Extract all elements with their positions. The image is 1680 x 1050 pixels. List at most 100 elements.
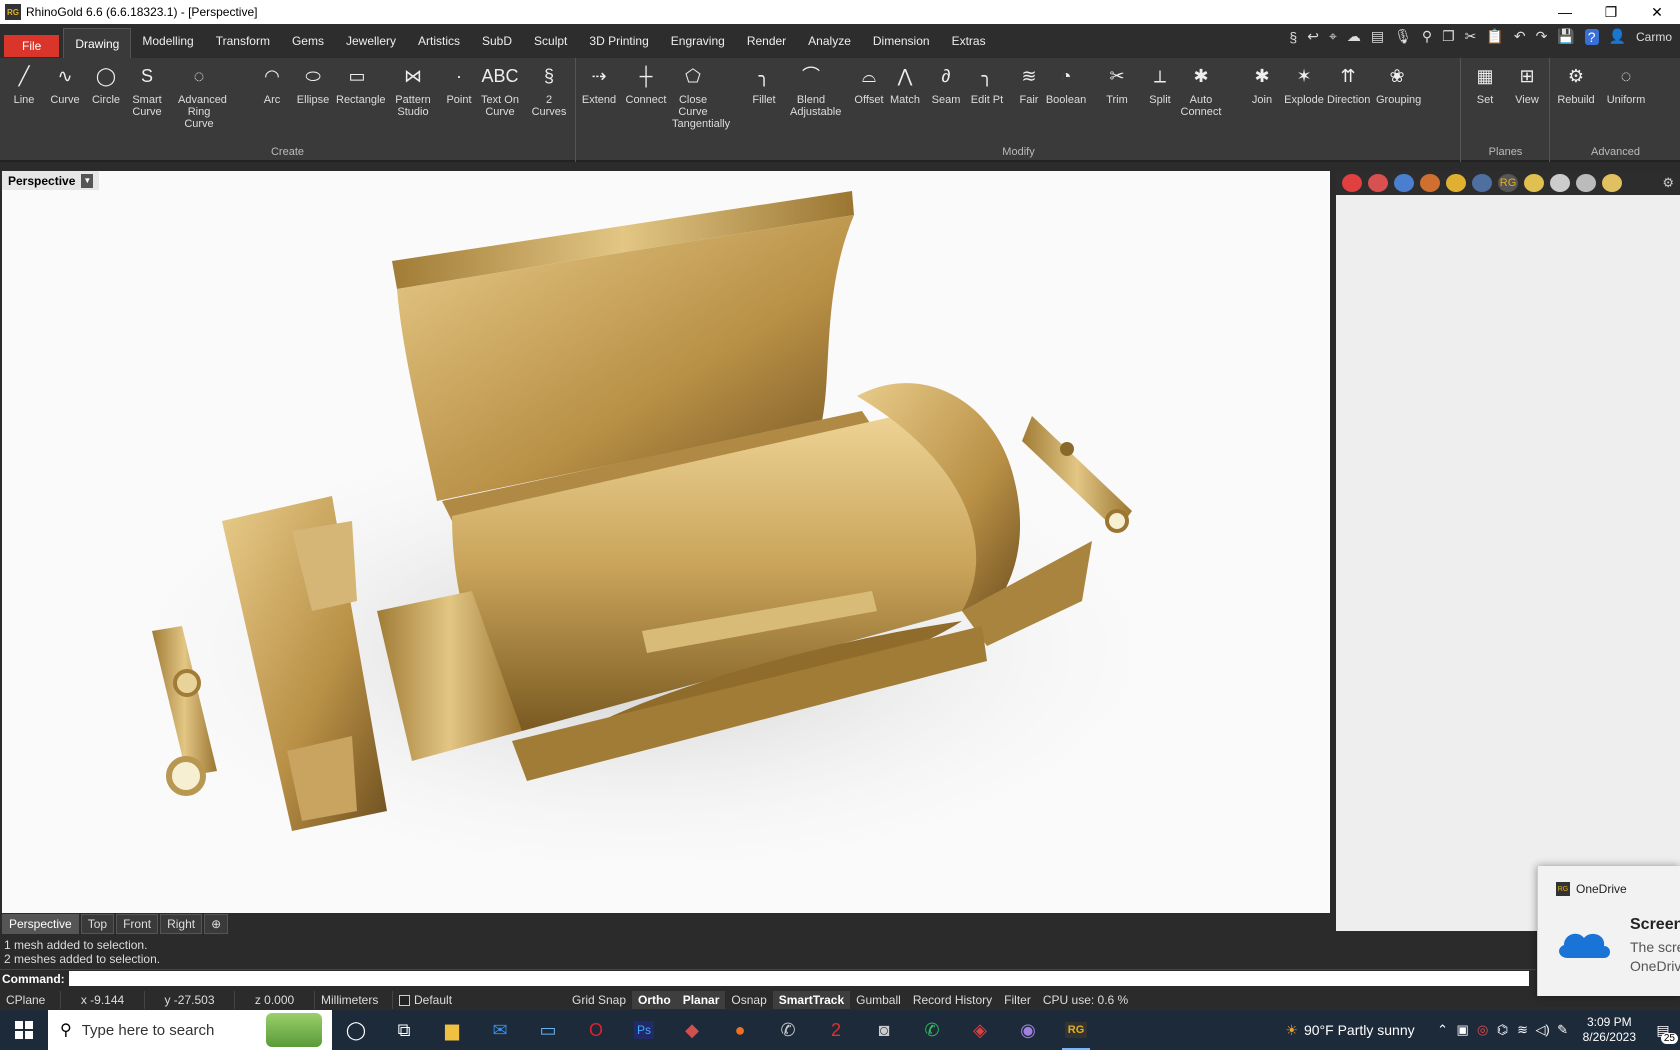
menu-subd[interactable]: SubD (471, 28, 523, 54)
tab-right[interactable]: Right (160, 914, 203, 934)
boolean-button[interactable]: ◔ Boolean (1045, 62, 1087, 106)
advanced-ring-curve-button[interactable]: ◌ Advanced Ring Curve (178, 62, 227, 130)
toggle-planar[interactable]: Planar (676, 991, 726, 1009)
uniform-button[interactable]: ◌ Uniform (1605, 62, 1647, 106)
redo-icon[interactable]: ↷ (1536, 28, 1548, 45)
rhinogold-task-icon[interactable]: RG (1052, 1010, 1100, 1050)
line-button[interactable]: ╱ Line (3, 62, 45, 106)
menu-file[interactable]: File (4, 35, 60, 57)
cut-icon[interactable]: ✂ (1465, 28, 1477, 45)
mail-icon[interactable]: ✉ (476, 1010, 524, 1050)
chevron-up-icon[interactable]: ⌃ (1433, 1022, 1453, 1038)
paste-icon[interactable]: 📋 (1486, 28, 1503, 45)
firefox-icon[interactable]: ● (716, 1010, 764, 1050)
menu-sculpt[interactable]: Sculpt (523, 28, 578, 54)
view-button[interactable]: ⊞ View (1506, 62, 1548, 106)
point-button[interactable]: · Point (438, 62, 480, 106)
circle-button[interactable]: ◯ Circle (85, 62, 127, 106)
materials-icon[interactable] (1368, 174, 1388, 192)
weather-widget[interactable]: ☀ 90°F Partly sunny (1285, 1022, 1414, 1039)
gem-icon[interactable] (1524, 174, 1544, 192)
whatsapp-notif-icon[interactable]: ✆ (908, 1010, 956, 1050)
whatsapp-icon[interactable]: ✆ (764, 1010, 812, 1050)
color-wheel-icon[interactable] (1342, 174, 1362, 192)
tray-app-icon[interactable]: ▣ (1453, 1022, 1473, 1038)
edit-pt-button[interactable]: ╮ Edit Pt (966, 62, 1008, 106)
folder-icon[interactable] (1446, 174, 1466, 192)
explode-button[interactable]: ✶ Explode (1283, 62, 1325, 106)
tab-perspective[interactable]: Perspective (2, 914, 79, 934)
fillet-button[interactable]: ╮ Fillet (743, 62, 785, 106)
copy-icon[interactable]: ❐ (1442, 28, 1455, 45)
fair-button[interactable]: ≋ Fair (1008, 62, 1050, 106)
menu-gems[interactable]: Gems (281, 28, 335, 54)
set-button[interactable]: ▦ Set (1464, 62, 1506, 106)
ellipse-button[interactable]: ⬭ Ellipse (292, 62, 334, 106)
file-explorer-icon[interactable]: ▆ (428, 1010, 476, 1050)
viewport-menu-icon[interactable]: ▼ (81, 173, 94, 188)
status-layer[interactable]: Default (392, 991, 562, 1009)
microphone-icon[interactable]: 🎙 (1394, 28, 1412, 45)
photoshop-icon[interactable]: Ps (620, 1010, 668, 1050)
auto-connect-button[interactable]: ✱ Auto Connect (1180, 62, 1222, 118)
perspective-viewport[interactable] (2, 171, 1330, 913)
menu-transform[interactable]: Transform (205, 28, 281, 54)
curve-button[interactable]: ∿ Curve (44, 62, 86, 106)
extend-button[interactable]: ⇢ Extend (578, 62, 620, 106)
tab-top[interactable]: Top (80, 914, 115, 934)
home-icon[interactable] (1576, 174, 1596, 192)
minimize-button[interactable]: — (1542, 0, 1588, 24)
menu-extras[interactable]: Extras (941, 28, 997, 54)
maximize-button[interactable]: ❐ (1588, 0, 1634, 24)
windows-start-icon[interactable] (0, 1010, 48, 1050)
app-icon[interactable]: ▭ (524, 1010, 572, 1050)
toggle-osnap[interactable]: Osnap (725, 991, 772, 1009)
help-icon[interactable]: ? (1584, 28, 1599, 45)
rg-icon[interactable]: RG (1498, 174, 1518, 192)
user-icon[interactable]: 👤 (1609, 28, 1626, 45)
save-icon[interactable]: 💾 (1557, 28, 1574, 45)
grouping-button[interactable]: ❀ Grouping (1376, 62, 1421, 106)
select-icon[interactable]: ⌖ (1329, 28, 1337, 45)
onedrive-notification[interactable]: RG OneDrive Screens The scre OneDriv (1537, 866, 1680, 996)
arc-button[interactable]: ◠ Arc (251, 62, 293, 106)
ezcad-icon[interactable]: 2 (812, 1010, 860, 1050)
clock[interactable]: 3:09 PM 8/26/2023 (1583, 1015, 1636, 1045)
film-icon[interactable]: ▤ (1371, 28, 1384, 45)
menu-jewellery[interactable]: Jewellery (335, 28, 407, 54)
status-units[interactable]: Millimeters (314, 991, 392, 1009)
seam-button[interactable]: ∂ Seam (925, 62, 967, 106)
toggle-ortho[interactable]: Ortho (632, 991, 677, 1009)
toggle-smarttrack[interactable]: SmartTrack (772, 991, 851, 1009)
menu-modelling[interactable]: Modelling (131, 28, 204, 54)
trim-button[interactable]: ✂ Trim (1096, 62, 1138, 106)
menu-engraving[interactable]: Engraving (660, 28, 736, 54)
opera-icon[interactable]: O (572, 1010, 620, 1050)
cortana-icon[interactable]: ◯ (332, 1010, 380, 1050)
tray-red-icon[interactable]: ◎ (1473, 1022, 1493, 1038)
close-button[interactable]: ✕ (1634, 0, 1680, 24)
camera-icon[interactable]: ◙ (860, 1010, 908, 1050)
notification-center-icon[interactable]: ▤ 25 (1646, 1010, 1680, 1050)
volume-icon[interactable]: ◁) (1533, 1022, 1553, 1038)
task-view-icon[interactable]: ⧉ (380, 1010, 428, 1050)
app-red-icon[interactable]: ◈ (956, 1010, 1004, 1050)
text-on-curve-button[interactable]: ABC Text On Curve (479, 62, 521, 118)
menu-render[interactable]: Render (736, 28, 797, 54)
rebuild-button[interactable]: ⚙ Rebuild (1555, 62, 1597, 106)
ball-icon[interactable] (1602, 174, 1622, 192)
tab-front[interactable]: Front (116, 914, 159, 934)
taskbar-search[interactable]: ⚲ Type here to search (48, 1010, 332, 1050)
blend-adjustable-button[interactable]: ⌒ Blend Adjustable (790, 62, 841, 118)
toggle-grid-snap[interactable]: Grid Snap (566, 991, 632, 1009)
rhino-icon[interactable]: § (1289, 29, 1297, 45)
clock-icon[interactable] (1550, 174, 1570, 192)
toggle-filter[interactable]: Filter (998, 991, 1037, 1009)
status-cplane[interactable]: CPlane (0, 991, 60, 1009)
menu-drawing[interactable]: Drawing (63, 28, 132, 58)
pen-icon[interactable]: ✎ (1553, 1022, 1573, 1038)
image-icon[interactable] (1472, 174, 1492, 192)
add-viewport-icon[interactable]: ⊕ (204, 914, 229, 934)
match-button[interactable]: ⋀ Match (884, 62, 926, 106)
render-sphere-icon[interactable] (1394, 174, 1414, 192)
